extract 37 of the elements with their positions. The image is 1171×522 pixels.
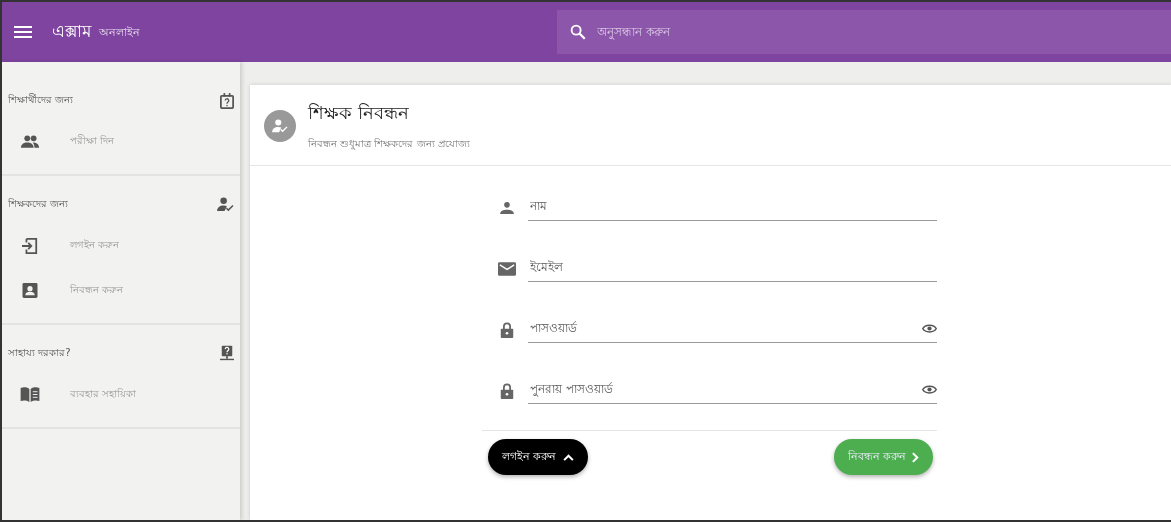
- section-heading: শিক্ষকদের জন্য: [8, 197, 69, 211]
- section-heading: সাহায্য দরকার?: [8, 346, 71, 360]
- chevron-up-icon: [562, 453, 574, 461]
- mail-icon: [498, 261, 516, 276]
- person-check-icon: [217, 197, 234, 212]
- card-title: শিক্ষক নিবন্ধন: [308, 101, 410, 125]
- help-icon: [220, 345, 234, 362]
- people-icon: [20, 135, 40, 148]
- calendar-question-icon: [220, 92, 234, 109]
- eye-icon[interactable]: [922, 383, 937, 395]
- search-icon: [569, 23, 587, 41]
- input-field[interactable]: পাসওয়ার্ড: [528, 320, 922, 336]
- login-button[interactable]: লগইন করুন: [488, 439, 588, 475]
- input-field[interactable]: নাম: [528, 198, 937, 214]
- input-field[interactable]: পুনরায় পাসওয়ার্ড: [528, 381, 922, 397]
- sidebar-item[interactable]: ব্যবহার সহায়িকা: [2, 372, 240, 417]
- card-subtitle: নিবন্ধন শুধুমাত্র শিক্ষকদের জন্য প্রযোজ্য: [308, 137, 470, 152]
- search-field[interactable]: অনুসন্ধান করুন: [557, 10, 1171, 54]
- eye-icon[interactable]: [922, 322, 937, 334]
- chevron-right-icon: [912, 451, 919, 463]
- login-icon: [20, 237, 40, 254]
- section-heading: শিক্ষার্থীদের জন্য: [8, 92, 74, 107]
- lock-icon: [498, 382, 516, 399]
- person-icon: [498, 201, 516, 214]
- register-button[interactable]: নিবন্ধন করুন: [833, 439, 933, 475]
- account-box-icon: [20, 283, 40, 298]
- lock-icon: [498, 321, 516, 338]
- app-subtitle: অনলাইন: [99, 25, 140, 41]
- app-title: এক্সাম: [52, 20, 91, 43]
- sidebar-item[interactable]: নিবন্ধন করুন: [2, 268, 240, 313]
- input-field[interactable]: ইমেইল: [528, 259, 937, 275]
- search-input[interactable]: অনুসন্ধান করুন: [595, 24, 1171, 40]
- teacher-avatar-icon: [264, 110, 296, 142]
- book-icon: [20, 387, 40, 402]
- sidebar-item[interactable]: পরীক্ষা দিন: [2, 119, 240, 164]
- sidebar-item[interactable]: লগইন করুন: [2, 223, 240, 268]
- menu-icon[interactable]: [14, 26, 32, 38]
